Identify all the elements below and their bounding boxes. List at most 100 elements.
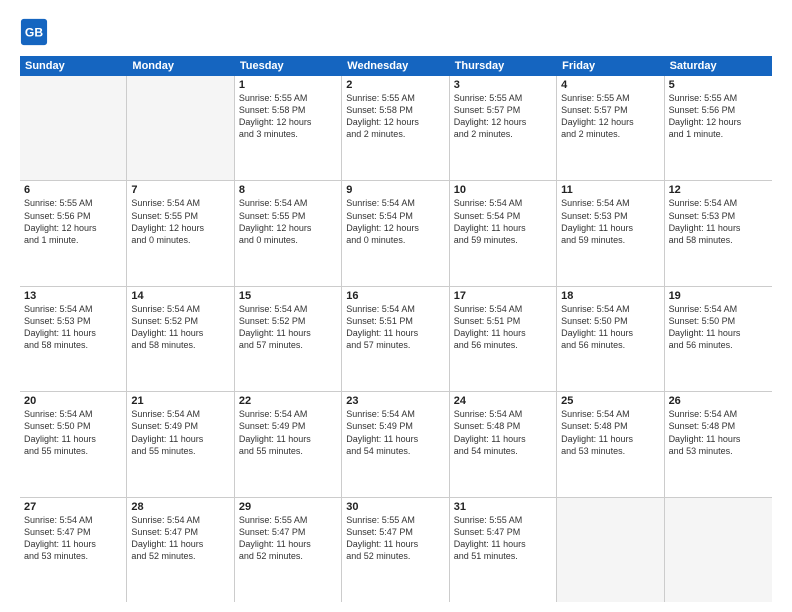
day-info: Sunrise: 5:54 AM Sunset: 5:55 PM Dayligh… xyxy=(239,197,337,246)
day-number: 7 xyxy=(131,184,229,196)
week-row-2: 6Sunrise: 5:55 AM Sunset: 5:56 PM Daylig… xyxy=(20,181,772,286)
day-info: Sunrise: 5:54 AM Sunset: 5:53 PM Dayligh… xyxy=(669,197,768,246)
day-number: 5 xyxy=(669,79,768,91)
day-number: 27 xyxy=(24,501,122,513)
cal-cell: 28Sunrise: 5:54 AM Sunset: 5:47 PM Dayli… xyxy=(127,498,234,602)
week-row-4: 20Sunrise: 5:54 AM Sunset: 5:50 PM Dayli… xyxy=(20,392,772,497)
cal-cell: 30Sunrise: 5:55 AM Sunset: 5:47 PM Dayli… xyxy=(342,498,449,602)
logo-icon: GB xyxy=(20,18,48,46)
day-number: 30 xyxy=(346,501,444,513)
day-info: Sunrise: 5:55 AM Sunset: 5:57 PM Dayligh… xyxy=(454,92,552,141)
cal-cell: 13Sunrise: 5:54 AM Sunset: 5:53 PM Dayli… xyxy=(20,287,127,391)
day-info: Sunrise: 5:54 AM Sunset: 5:48 PM Dayligh… xyxy=(454,408,552,457)
day-info: Sunrise: 5:54 AM Sunset: 5:50 PM Dayligh… xyxy=(669,303,768,352)
day-info: Sunrise: 5:55 AM Sunset: 5:58 PM Dayligh… xyxy=(239,92,337,141)
day-number: 13 xyxy=(24,290,122,302)
day-info: Sunrise: 5:54 AM Sunset: 5:51 PM Dayligh… xyxy=(454,303,552,352)
day-number: 15 xyxy=(239,290,337,302)
day-info: Sunrise: 5:55 AM Sunset: 5:47 PM Dayligh… xyxy=(454,514,552,563)
day-number: 25 xyxy=(561,395,659,407)
cal-cell: 15Sunrise: 5:54 AM Sunset: 5:52 PM Dayli… xyxy=(235,287,342,391)
cal-cell: 8Sunrise: 5:54 AM Sunset: 5:55 PM Daylig… xyxy=(235,181,342,285)
day-number: 29 xyxy=(239,501,337,513)
day-number: 23 xyxy=(346,395,444,407)
day-info: Sunrise: 5:55 AM Sunset: 5:56 PM Dayligh… xyxy=(669,92,768,141)
cal-cell: 22Sunrise: 5:54 AM Sunset: 5:49 PM Dayli… xyxy=(235,392,342,496)
calendar: SundayMondayTuesdayWednesdayThursdayFrid… xyxy=(20,56,772,602)
cal-cell: 17Sunrise: 5:54 AM Sunset: 5:51 PM Dayli… xyxy=(450,287,557,391)
cal-cell: 11Sunrise: 5:54 AM Sunset: 5:53 PM Dayli… xyxy=(557,181,664,285)
day-info: Sunrise: 5:55 AM Sunset: 5:56 PM Dayligh… xyxy=(24,197,122,246)
cal-cell: 26Sunrise: 5:54 AM Sunset: 5:48 PM Dayli… xyxy=(665,392,772,496)
cal-cell: 27Sunrise: 5:54 AM Sunset: 5:47 PM Dayli… xyxy=(20,498,127,602)
cal-cell: 18Sunrise: 5:54 AM Sunset: 5:50 PM Dayli… xyxy=(557,287,664,391)
cal-cell: 19Sunrise: 5:54 AM Sunset: 5:50 PM Dayli… xyxy=(665,287,772,391)
header: GB xyxy=(20,18,772,46)
day-number: 28 xyxy=(131,501,229,513)
day-info: Sunrise: 5:55 AM Sunset: 5:57 PM Dayligh… xyxy=(561,92,659,141)
cal-cell: 23Sunrise: 5:54 AM Sunset: 5:49 PM Dayli… xyxy=(342,392,449,496)
day-number: 8 xyxy=(239,184,337,196)
cal-cell: 2Sunrise: 5:55 AM Sunset: 5:58 PM Daylig… xyxy=(342,76,449,180)
day-number: 10 xyxy=(454,184,552,196)
day-info: Sunrise: 5:54 AM Sunset: 5:51 PM Dayligh… xyxy=(346,303,444,352)
day-info: Sunrise: 5:54 AM Sunset: 5:54 PM Dayligh… xyxy=(454,197,552,246)
cal-cell xyxy=(557,498,664,602)
day-number: 4 xyxy=(561,79,659,91)
day-number: 18 xyxy=(561,290,659,302)
day-number: 31 xyxy=(454,501,552,513)
header-day-monday: Monday xyxy=(127,56,234,76)
day-number: 16 xyxy=(346,290,444,302)
day-number: 17 xyxy=(454,290,552,302)
day-info: Sunrise: 5:54 AM Sunset: 5:48 PM Dayligh… xyxy=(669,408,768,457)
cal-cell: 7Sunrise: 5:54 AM Sunset: 5:55 PM Daylig… xyxy=(127,181,234,285)
day-info: Sunrise: 5:54 AM Sunset: 5:47 PM Dayligh… xyxy=(131,514,229,563)
day-number: 12 xyxy=(669,184,768,196)
cal-cell xyxy=(20,76,127,180)
day-info: Sunrise: 5:55 AM Sunset: 5:58 PM Dayligh… xyxy=(346,92,444,141)
day-info: Sunrise: 5:54 AM Sunset: 5:52 PM Dayligh… xyxy=(131,303,229,352)
day-number: 1 xyxy=(239,79,337,91)
week-row-5: 27 Sunrise: 5:54 AM Sunset: 5:47 PM Dayli… xyxy=(20,498,772,602)
day-info: Sunrise: 5:54 AM Sunset: 5:50 PM Dayligh… xyxy=(561,303,659,352)
day-number: 21 xyxy=(131,395,229,407)
cal-cell: 16Sunrise: 5:54 AM Sunset: 5:51 PM Dayli… xyxy=(342,287,449,391)
cal-cell: 21Sunrise: 5:54 AM Sunset: 5:49 PM Dayli… xyxy=(127,392,234,496)
day-number: 3 xyxy=(454,79,552,91)
day-info: Sunrise: 5:54 AM Sunset: 5:50 PM Dayligh… xyxy=(24,408,122,457)
header-day-tuesday: Tuesday xyxy=(235,56,342,76)
logo: GB xyxy=(20,18,52,46)
day-number: 14 xyxy=(131,290,229,302)
svg-text:GB: GB xyxy=(25,26,43,40)
day-info: Sunrise: 5:54 AM Sunset: 5:49 PM Dayligh… xyxy=(131,408,229,457)
cal-cell: 12Sunrise: 5:54 AM Sunset: 5:53 PM Dayli… xyxy=(665,181,772,285)
cal-cell xyxy=(127,76,234,180)
day-number: 11 xyxy=(561,184,659,196)
day-info: Sunrise: 5:54 AM Sunset: 5:49 PM Dayligh… xyxy=(239,408,337,457)
day-number: 22 xyxy=(239,395,337,407)
cal-cell: 3Sunrise: 5:55 AM Sunset: 5:57 PM Daylig… xyxy=(450,76,557,180)
cal-cell: 5Sunrise: 5:55 AM Sunset: 5:56 PM Daylig… xyxy=(665,76,772,180)
header-day-friday: Friday xyxy=(557,56,664,76)
header-day-saturday: Saturday xyxy=(665,56,772,76)
cal-cell: 6Sunrise: 5:55 AM Sunset: 5:56 PM Daylig… xyxy=(20,181,127,285)
day-info: Sunrise: 5:54 AM Sunset: 5:52 PM Dayligh… xyxy=(239,303,337,352)
day-info: Sunrise: 5:54 AM Sunset: 5:55 PM Dayligh… xyxy=(131,197,229,246)
header-day-thursday: Thursday xyxy=(450,56,557,76)
cal-cell xyxy=(665,498,772,602)
day-info: Sunrise: 5:54 AM Sunset: 5:53 PM Dayligh… xyxy=(561,197,659,246)
day-info: Sunrise: 5:54 AM Sunset: 5:48 PM Dayligh… xyxy=(561,408,659,457)
day-number: 26 xyxy=(669,395,768,407)
day-info: Sunrise: 5:55 AM Sunset: 5:47 PM Dayligh… xyxy=(346,514,444,563)
page: GB SundayMondayTuesdayWednesdayThursdayF… xyxy=(0,0,792,612)
week-row-1: 1Sunrise: 5:55 AM Sunset: 5:58 PM Daylig… xyxy=(20,76,772,181)
cal-cell: 29Sunrise: 5:55 AM Sunset: 5:47 PM Dayli… xyxy=(235,498,342,602)
day-number: 19 xyxy=(669,290,768,302)
day-info: Sunrise: 5:54 AM Sunset: 5:54 PM Dayligh… xyxy=(346,197,444,246)
day-number: 24 xyxy=(454,395,552,407)
cal-cell: 1Sunrise: 5:55 AM Sunset: 5:58 PM Daylig… xyxy=(235,76,342,180)
calendar-header: SundayMondayTuesdayWednesdayThursdayFrid… xyxy=(20,56,772,76)
header-day-wednesday: Wednesday xyxy=(342,56,449,76)
cal-cell: 10Sunrise: 5:54 AM Sunset: 5:54 PM Dayli… xyxy=(450,181,557,285)
cal-cell: 20Sunrise: 5:54 AM Sunset: 5:50 PM Dayli… xyxy=(20,392,127,496)
